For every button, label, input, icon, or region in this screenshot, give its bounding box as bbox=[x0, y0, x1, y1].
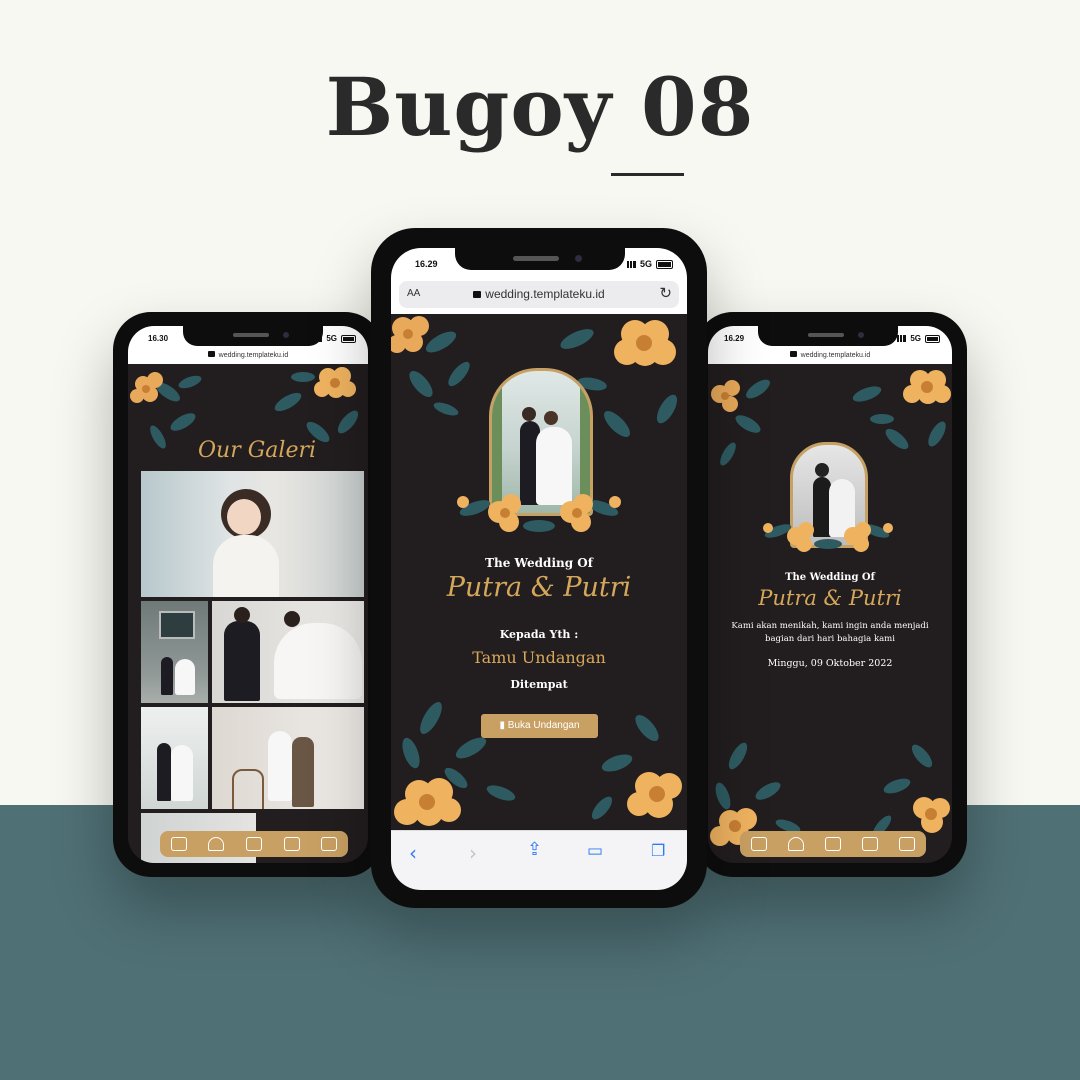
network-label: 5G bbox=[639, 259, 652, 269]
bottom-nav bbox=[160, 831, 348, 857]
floral-bottom-right bbox=[591, 714, 682, 820]
signal-icon bbox=[626, 260, 636, 268]
floral-top-left bbox=[711, 379, 770, 466]
left-phone-screen: 16.30 5G wedding.templateku.id Our Galer… bbox=[128, 326, 368, 863]
floral-bottom-left bbox=[394, 702, 516, 826]
share-icon[interactable]: ⇪ bbox=[527, 839, 542, 860]
center-phone-screen: 16.29 5G AA wedding.templateku.id ↻ The … bbox=[391, 248, 687, 890]
floral-frame-base bbox=[763, 522, 893, 552]
notch bbox=[455, 248, 625, 270]
network-label: 5G bbox=[910, 334, 921, 343]
floral-top-left bbox=[391, 316, 470, 416]
envelope-heart-icon[interactable] bbox=[750, 837, 767, 851]
url-text: wedding.templateku.id bbox=[218, 352, 289, 359]
invitation-message: Kami akan menikah, kami ingin anda menja… bbox=[731, 621, 929, 644]
gallery-photo[interactable] bbox=[141, 601, 208, 703]
lock-icon bbox=[789, 351, 797, 357]
wedding-of-label: The Wedding Of bbox=[785, 572, 875, 583]
status-time: 16.30 bbox=[148, 334, 169, 343]
gallery-photo[interactable] bbox=[141, 707, 208, 809]
url-text: wedding.templateku.id bbox=[485, 287, 605, 301]
back-icon[interactable]: ‹ bbox=[409, 841, 417, 865]
notch bbox=[758, 326, 898, 346]
bookmarks-icon[interactable]: ▭ bbox=[587, 841, 603, 861]
network-label: 5G bbox=[326, 334, 337, 343]
gallery-title: Our Galeri bbox=[198, 438, 317, 463]
gallery-photo[interactable] bbox=[141, 471, 364, 597]
gift-icon[interactable] bbox=[862, 837, 879, 851]
couple-icon[interactable] bbox=[787, 837, 804, 851]
battery-icon bbox=[341, 334, 356, 343]
tabs-icon[interactable]: ❐ bbox=[651, 841, 665, 860]
wedding-date: Minggu, 09 Oktober 2022 bbox=[767, 658, 893, 669]
floral-top-right bbox=[852, 370, 951, 450]
gallery-photo[interactable] bbox=[212, 601, 364, 703]
signal-icon bbox=[897, 335, 907, 342]
battery-icon bbox=[925, 334, 940, 343]
address-bar[interactable]: AA wedding.templateku.id ↻ bbox=[399, 281, 679, 308]
guestbook-icon[interactable] bbox=[321, 837, 338, 851]
forward-icon: › bbox=[469, 841, 477, 865]
battery-icon bbox=[656, 259, 673, 269]
status-time: 16.29 bbox=[415, 259, 438, 269]
right-phone: 16.29 5G wedding.templateku.id The Weddi… bbox=[695, 312, 967, 877]
couple-names: Putra & Putri bbox=[758, 586, 902, 610]
right-phone-screen: 16.29 5G wedding.templateku.id The Weddi… bbox=[708, 326, 952, 863]
center-phone: 16.29 5G AA wedding.templateku.id ↻ The … bbox=[371, 228, 707, 908]
notch bbox=[183, 326, 323, 346]
page-title: Bugoy 08 bbox=[325, 60, 755, 154]
couple-names: Putra & Putri bbox=[446, 572, 632, 603]
wedding-of-label: The Wedding Of bbox=[485, 556, 593, 570]
status-time: 16.29 bbox=[724, 334, 745, 343]
gift-icon[interactable] bbox=[283, 837, 300, 851]
envelope-heart-icon[interactable] bbox=[170, 837, 187, 851]
floral-frame-base bbox=[457, 494, 621, 532]
couple-icon[interactable] bbox=[208, 837, 225, 851]
ditempat-label: Ditempat bbox=[510, 678, 568, 691]
kepada-label: Kepada Yth : bbox=[499, 628, 579, 641]
calendar-icon[interactable] bbox=[824, 837, 841, 851]
lock-icon bbox=[207, 351, 215, 357]
calendar-icon[interactable] bbox=[245, 837, 262, 851]
url-text: wedding.templateku.id bbox=[800, 352, 871, 359]
guest-name: Tamu Undangan bbox=[472, 648, 606, 667]
url-bar[interactable]: wedding.templateku.id bbox=[708, 350, 952, 364]
title-underline bbox=[611, 173, 684, 176]
bottom-nav bbox=[740, 831, 926, 857]
guestbook-icon[interactable] bbox=[899, 837, 916, 851]
safari-toolbar: ‹ › ⇪ ▭ ❐ bbox=[391, 830, 687, 890]
browser-toolbar: AA wedding.templateku.id ↻ bbox=[391, 278, 687, 314]
lock-icon bbox=[473, 291, 482, 298]
gallery-photo[interactable] bbox=[212, 707, 364, 809]
left-phone: 16.30 5G wedding.templateku.id Our Galer… bbox=[113, 312, 383, 877]
reload-icon[interactable]: ↻ bbox=[659, 284, 672, 302]
